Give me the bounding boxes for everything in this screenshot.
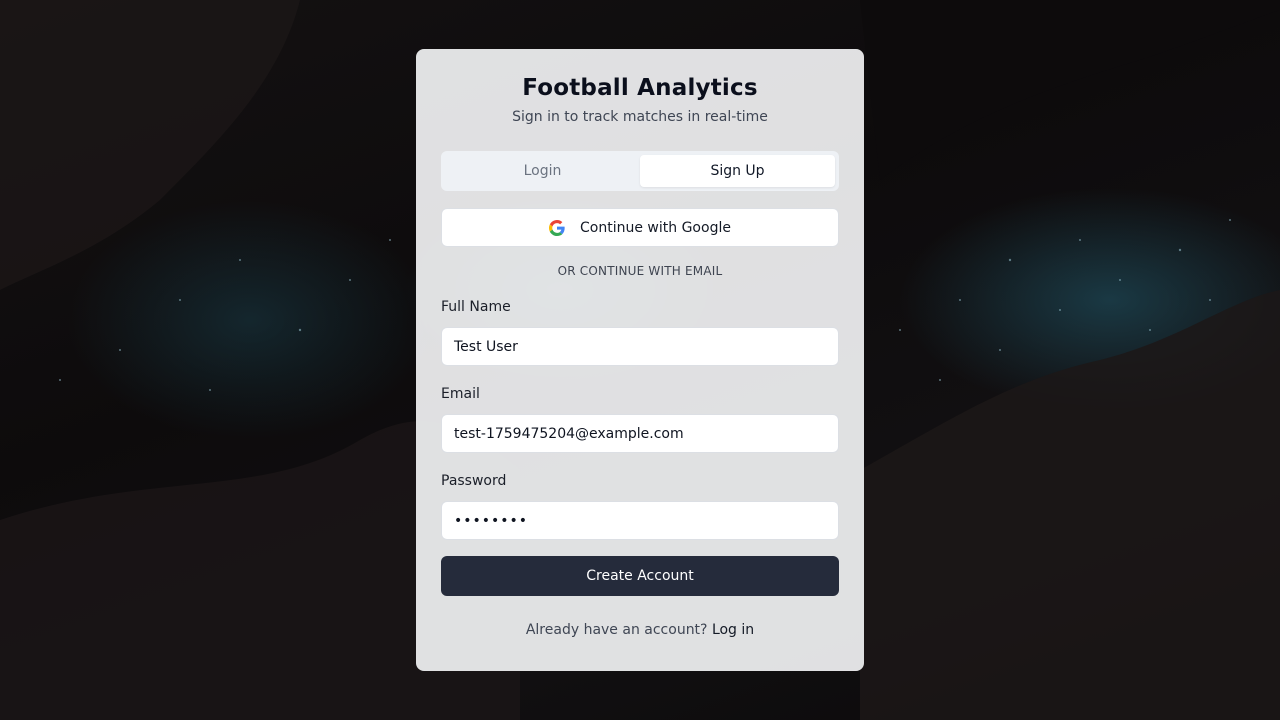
google-button-label: Continue with Google [580, 219, 731, 236]
auth-tabs: Login Sign Up [441, 151, 839, 191]
tab-sign-up[interactable]: Sign Up [640, 155, 835, 187]
log-in-link[interactable]: Log in [712, 622, 754, 638]
login-prompt-text: Already have an account? [525, 622, 708, 638]
create-account-button[interactable]: Create Account [441, 556, 839, 596]
signup-card: Football Analytics Sign in to track matc… [416, 49, 864, 671]
password-label: Password [441, 473, 507, 489]
login-prompt: Already have an account? Log in [441, 622, 839, 638]
page-title: Football Analytics [522, 75, 758, 101]
continue-with-google-button[interactable]: Continue with Google [441, 208, 839, 247]
full-name-input[interactable]: Test User [441, 327, 839, 366]
full-name-label: Full Name [441, 299, 511, 315]
tab-login[interactable]: Login [445, 155, 640, 187]
page-subtitle: Sign in to track matches in real-time [512, 109, 768, 125]
email-label: Email [441, 386, 480, 402]
email-input[interactable]: test-1759475204@example.com [441, 414, 839, 453]
google-icon [549, 219, 565, 236]
password-input[interactable]: •••••••• [441, 501, 839, 540]
email-divider: OR CONTINUE WITH EMAIL [557, 264, 723, 278]
